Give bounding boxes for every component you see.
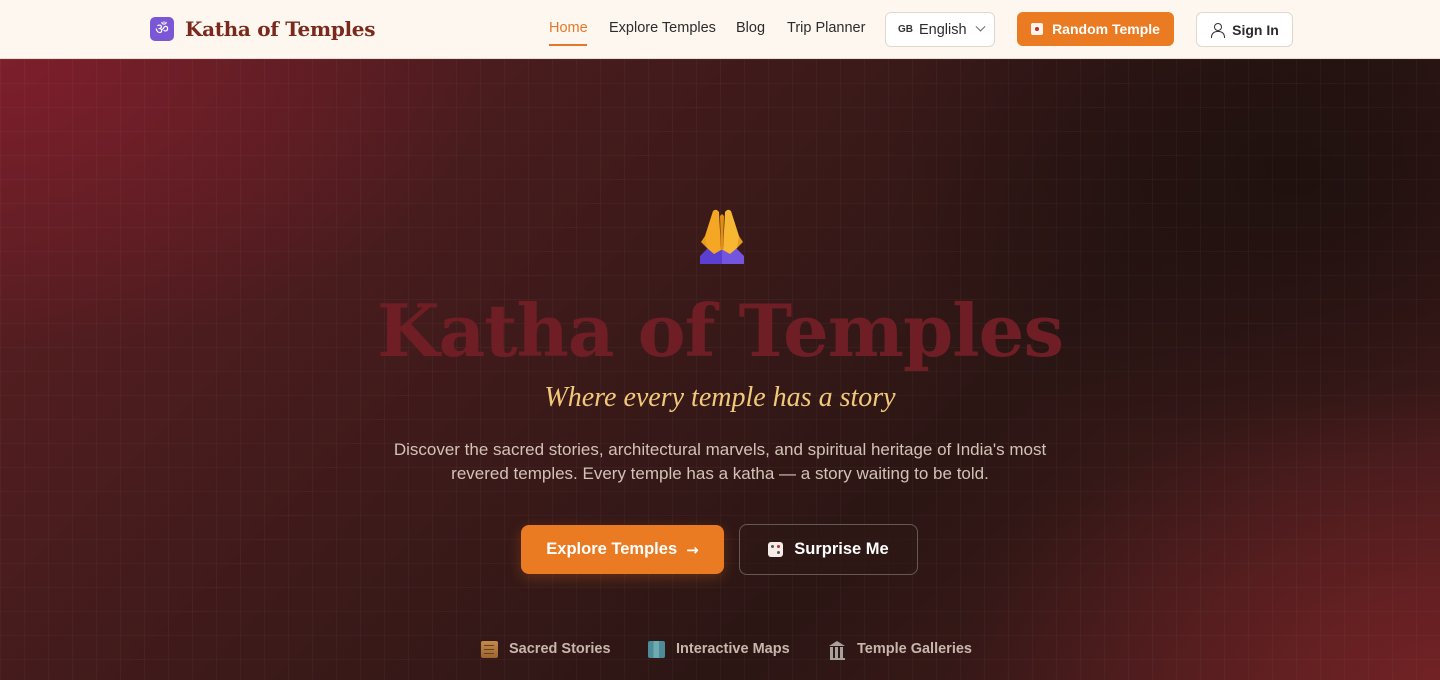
feature-label: Sacred Stories bbox=[509, 641, 611, 657]
hero-description: Discover the sacred stories, architectur… bbox=[393, 440, 1047, 483]
feature-sacred-stories: Sacred Stories bbox=[481, 639, 611, 659]
gb-flag-icon: GB bbox=[898, 24, 913, 35]
nav-link-explore-temples[interactable]: Explore Temples bbox=[609, 20, 716, 36]
hero-title: Katha of Temples bbox=[377, 288, 1064, 373]
nav-link-blog[interactable]: Blog bbox=[736, 20, 765, 36]
hero-tagline: Where every temple has a story bbox=[544, 382, 896, 413]
dice-icon bbox=[1031, 23, 1044, 35]
top-navbar: ॐ Katha of Temples Home Explore Temples … bbox=[0, 0, 1440, 59]
active-nav-indicator bbox=[549, 44, 587, 46]
nav-link-home[interactable]: Home bbox=[549, 20, 588, 36]
feature-label: Interactive Maps bbox=[676, 641, 790, 657]
feature-interactive-maps: Interactive Maps bbox=[648, 639, 790, 659]
random-temple-label: Random Temple bbox=[1052, 21, 1160, 37]
om-logo-icon: ॐ bbox=[150, 17, 174, 41]
folded-hands-icon bbox=[700, 209, 744, 264]
explore-temples-label: Explore Temples bbox=[546, 540, 678, 558]
feature-temple-galleries: Temple Galleries bbox=[829, 639, 972, 660]
scroll-icon bbox=[481, 640, 498, 658]
user-icon bbox=[1210, 22, 1226, 38]
language-label: English bbox=[919, 21, 967, 38]
surprise-me-button[interactable]: Surprise Me bbox=[739, 524, 918, 575]
feature-label: Temple Galleries bbox=[857, 641, 972, 657]
language-selector[interactable]: GB English bbox=[885, 12, 995, 47]
hero-section: Katha of Temples Where every temple has … bbox=[0, 59, 1440, 680]
arrow-right-icon: → bbox=[686, 540, 699, 559]
explore-temples-button[interactable]: Explore Temples → bbox=[521, 525, 724, 574]
temple-icon bbox=[829, 640, 846, 660]
sign-in-button[interactable]: Sign In bbox=[1196, 12, 1293, 47]
dice-icon bbox=[768, 542, 784, 557]
brand-name: Katha of Temples bbox=[185, 17, 376, 41]
sign-in-label: Sign In bbox=[1232, 21, 1279, 38]
nav-link-trip-planner[interactable]: Trip Planner bbox=[787, 20, 865, 36]
chevron-down-icon bbox=[975, 21, 986, 32]
random-temple-button[interactable]: Random Temple bbox=[1017, 12, 1174, 46]
map-icon bbox=[648, 640, 665, 658]
surprise-me-label: Surprise Me bbox=[794, 540, 889, 558]
brand-logo-link[interactable]: ॐ Katha of Temples bbox=[150, 16, 376, 42]
